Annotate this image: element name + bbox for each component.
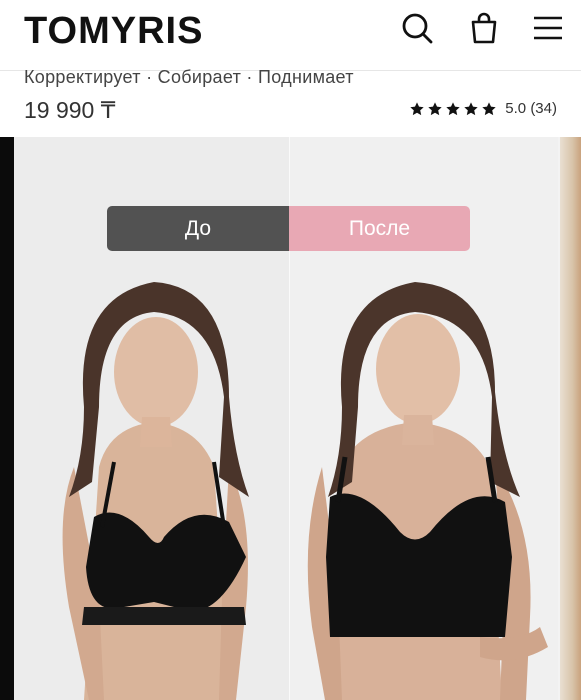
search-button[interactable]	[400, 11, 434, 45]
before-after-toggle[interactable]: До После	[107, 206, 470, 251]
search-icon	[402, 13, 433, 44]
rating-score: 5.0 (34)	[505, 100, 557, 117]
previous-image-edge[interactable]	[0, 137, 14, 700]
star-icon	[446, 101, 460, 115]
star-icon	[482, 101, 496, 115]
menu-button[interactable]	[531, 11, 565, 45]
star-icon	[464, 101, 478, 115]
next-image-edge[interactable]	[560, 137, 581, 700]
toggle-after-button[interactable]: После	[289, 206, 470, 251]
toggle-before-button[interactable]: До	[107, 206, 289, 251]
product-price: 19 990 ₸	[24, 97, 116, 123]
product-rating[interactable]: 5.0 (34)	[409, 100, 557, 117]
brand-logo[interactable]: TOMYRIS	[24, 10, 203, 53]
top-bar: TOMYRIS	[0, 0, 581, 71]
star-icon	[410, 101, 424, 115]
cart-button[interactable]	[467, 11, 501, 45]
product-features: Корректирует · Собирает · Поднимает	[24, 67, 354, 87]
menu-icon	[534, 16, 562, 40]
star-icon	[428, 101, 442, 115]
product-gallery[interactable]: До После	[0, 137, 581, 700]
shopping-bag-icon	[471, 12, 497, 44]
